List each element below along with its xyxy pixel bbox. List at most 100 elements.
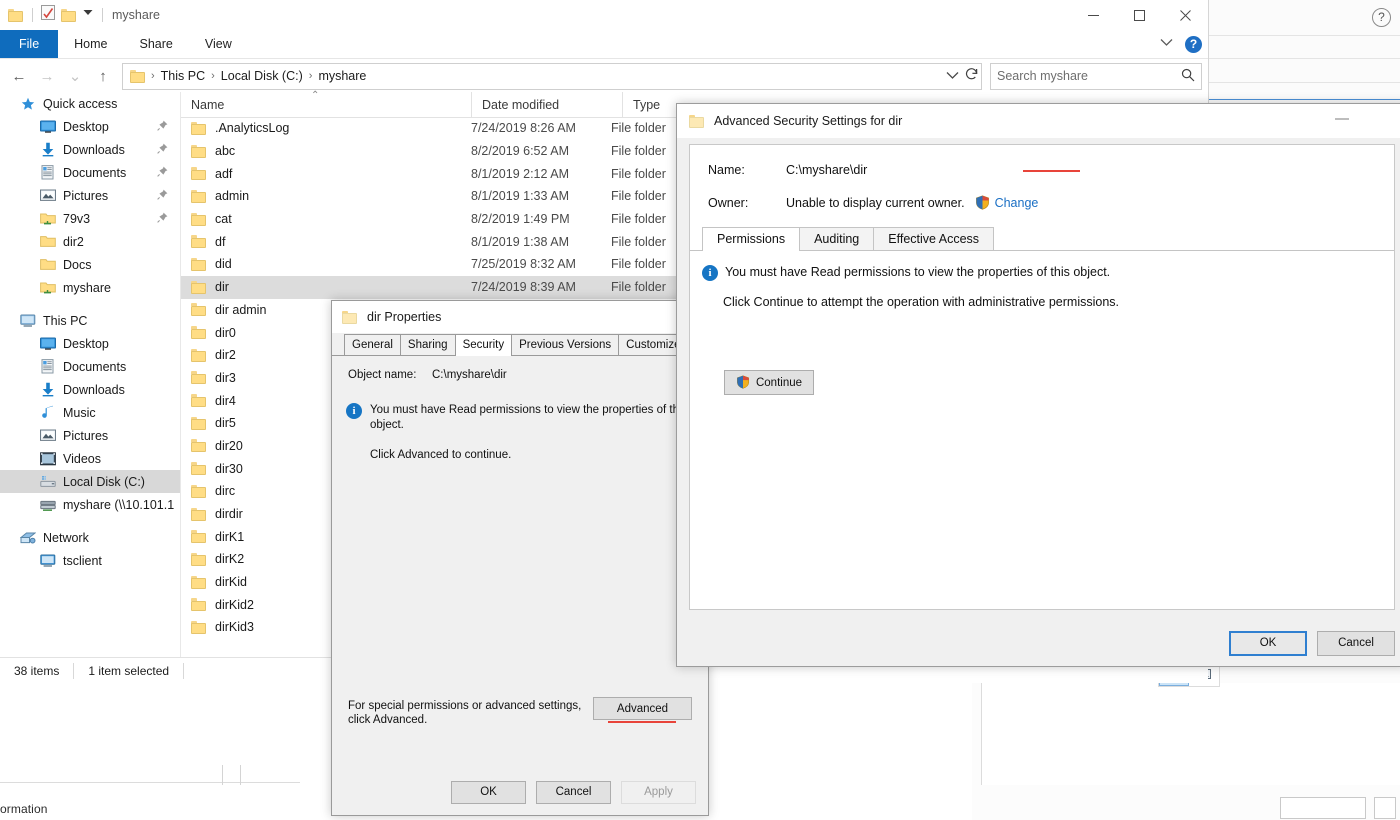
folder-icon — [689, 114, 705, 128]
breadcrumb-item-myshare[interactable]: myshare — [313, 69, 371, 83]
ribbon-tab-file[interactable]: File — [0, 30, 59, 58]
minimize-icon[interactable] — [1335, 118, 1349, 120]
sidebar-item-videos[interactable]: Videos — [0, 447, 180, 470]
sidebar-item-myshare[interactable]: myshare — [0, 276, 180, 299]
nav-group-label: Quick access — [43, 96, 118, 111]
nav-group-quick-access[interactable]: Quick access — [0, 92, 180, 115]
close-button[interactable] — [1162, 0, 1208, 30]
ok-button[interactable]: OK — [1229, 630, 1307, 656]
pin-icon[interactable] — [157, 143, 168, 157]
sidebar-item-desktop[interactable]: Desktop — [0, 115, 180, 138]
file-name-label: dir4 — [215, 393, 236, 408]
chevron-down-icon[interactable] — [1160, 38, 1173, 50]
folder-icon[interactable] — [8, 8, 24, 22]
sidebar-item-downloads[interactable]: Downloads — [0, 138, 180, 161]
pin-icon[interactable] — [157, 212, 168, 226]
tab-general[interactable]: General — [344, 334, 401, 355]
background-bottom-fields — [1280, 797, 1396, 819]
sidebar-item-desktop[interactable]: Desktop — [0, 332, 180, 355]
back-button[interactable]: ← — [6, 63, 32, 89]
ribbon-tabs[interactable]: File Home Share View ? — [0, 30, 1208, 59]
quick-access-toolbar[interactable] — [0, 4, 106, 26]
file-name-cell[interactable]: did — [181, 257, 461, 271]
sidebar-item-documents[interactable]: Documents — [0, 161, 180, 184]
tab-sharing[interactable]: Sharing — [399, 334, 456, 355]
file-name-cell[interactable]: df — [181, 235, 461, 249]
pin-icon[interactable] — [157, 120, 168, 134]
recent-locations-button[interactable]: ⌄ — [62, 63, 88, 89]
window-controls[interactable] — [1070, 0, 1208, 30]
sidebar-item-downloads[interactable]: Downloads — [0, 378, 180, 401]
properties-icon[interactable] — [41, 4, 56, 26]
sidebar-item-tsclient[interactable]: tsclient — [0, 549, 180, 572]
advanced-button[interactable]: Advanced — [593, 697, 692, 720]
cancel-button[interactable]: Cancel — [536, 780, 611, 804]
sidebar-item-music[interactable]: Music — [0, 401, 180, 424]
ok-button[interactable]: OK — [451, 780, 526, 804]
continue-button[interactable]: Continue — [724, 370, 814, 395]
column-header-name-label: Name — [191, 97, 225, 112]
cancel-button[interactable]: Cancel — [1317, 630, 1395, 656]
pin-icon[interactable] — [157, 166, 168, 180]
navigation-pane[interactable]: Quick access Desktop Downloads Documents Pic… — [0, 92, 180, 657]
search-input[interactable]: Search myshare — [990, 62, 1202, 90]
file-name-cell[interactable]: admin — [181, 189, 461, 203]
help-icon[interactable]: ? — [1372, 8, 1391, 27]
advsec-owner-label: Owner: — [708, 195, 749, 210]
search-placeholder: Search myshare — [997, 69, 1089, 83]
tab-security[interactable]: Security — [454, 334, 513, 356]
sidebar-item-dir2[interactable]: dir2 — [0, 230, 180, 253]
tab-permissions[interactable]: Permissions — [702, 227, 801, 251]
sidebar-item-pictures[interactable]: Pictures — [0, 184, 180, 207]
new-folder-icon[interactable] — [61, 8, 77, 22]
file-date-cell: 8/2/2019 6:52 AM — [471, 144, 569, 159]
sidebar-item-local-disk-c[interactable]: Local Disk (C:) — [0, 470, 180, 493]
file-name-cell[interactable]: .AnalyticsLog — [181, 121, 461, 135]
file-date-cell: 8/2/2019 1:49 PM — [471, 212, 570, 227]
ribbon-tab-view[interactable]: View — [189, 30, 248, 58]
file-name-label: .AnalyticsLog — [215, 121, 290, 136]
sidebar-item-documents[interactable]: Documents — [0, 355, 180, 378]
file-name-cell[interactable]: dir — [181, 280, 461, 294]
sidebar-item-myshare-10-101-1[interactable]: myshare (\\10.101.1 — [0, 493, 180, 516]
help-icon[interactable]: ? — [1185, 35, 1202, 53]
customize-qat-chevron-icon[interactable] — [82, 6, 94, 24]
folder-icon — [191, 484, 207, 498]
file-name-cell[interactable]: cat — [181, 212, 461, 226]
folder-icon — [191, 552, 207, 566]
change-owner-link[interactable]: Change — [995, 196, 1039, 210]
up-button[interactable]: ↑ — [90, 63, 116, 89]
ribbon-tab-share[interactable]: Share — [124, 30, 189, 58]
nav-group-this-pc[interactable]: This PC — [0, 309, 180, 332]
maximize-button[interactable] — [1116, 0, 1162, 30]
computer-icon — [40, 553, 56, 568]
file-name-cell[interactable]: abc — [181, 144, 461, 158]
object-name-label: Object name: — [348, 369, 417, 381]
ribbon-tab-home[interactable]: Home — [58, 30, 123, 58]
properties-tabs[interactable]: General Sharing Security Previous Versio… — [332, 333, 708, 356]
column-header-name[interactable]: Name ⌃ — [181, 90, 471, 117]
advsec-tabs[interactable]: Permissions Auditing Effective Access — [690, 226, 1394, 251]
tab-auditing[interactable]: Auditing — [799, 227, 875, 250]
advsec-name-label: Name: — [708, 163, 745, 177]
nav-group-network[interactable]: Network — [0, 526, 180, 549]
sidebar-item-docs[interactable]: Docs — [0, 253, 180, 276]
breadcrumb-item-local-disk[interactable]: Local Disk (C:) — [216, 69, 308, 83]
refresh-icon[interactable] — [965, 67, 979, 86]
search-icon[interactable] — [1181, 68, 1195, 85]
tab-effective-access[interactable]: Effective Access — [873, 227, 995, 250]
tab-previous-versions[interactable]: Previous Versions — [511, 334, 620, 355]
sidebar-item-pictures[interactable]: Pictures — [0, 424, 180, 447]
minimize-button[interactable] — [1070, 0, 1116, 30]
breadcrumb[interactable]: › This PC › Local Disk (C:) › myshare — [122, 62, 982, 90]
address-dropdown-icon[interactable] — [946, 67, 959, 85]
pin-icon[interactable] — [157, 189, 168, 203]
column-header-date-modified[interactable]: Date modified — [471, 92, 622, 117]
sidebar-item-79v3[interactable]: 79v3 — [0, 207, 180, 230]
forward-button[interactable]: → — [34, 63, 60, 89]
file-name-label: dirKid2 — [215, 597, 254, 612]
file-date-cell: 7/24/2019 8:26 AM — [471, 121, 576, 136]
file-name-cell[interactable]: adf — [181, 167, 461, 181]
properties-info-text: You must have Read permissions to view t… — [370, 404, 688, 431]
breadcrumb-item-this-pc[interactable]: This PC — [156, 69, 210, 83]
